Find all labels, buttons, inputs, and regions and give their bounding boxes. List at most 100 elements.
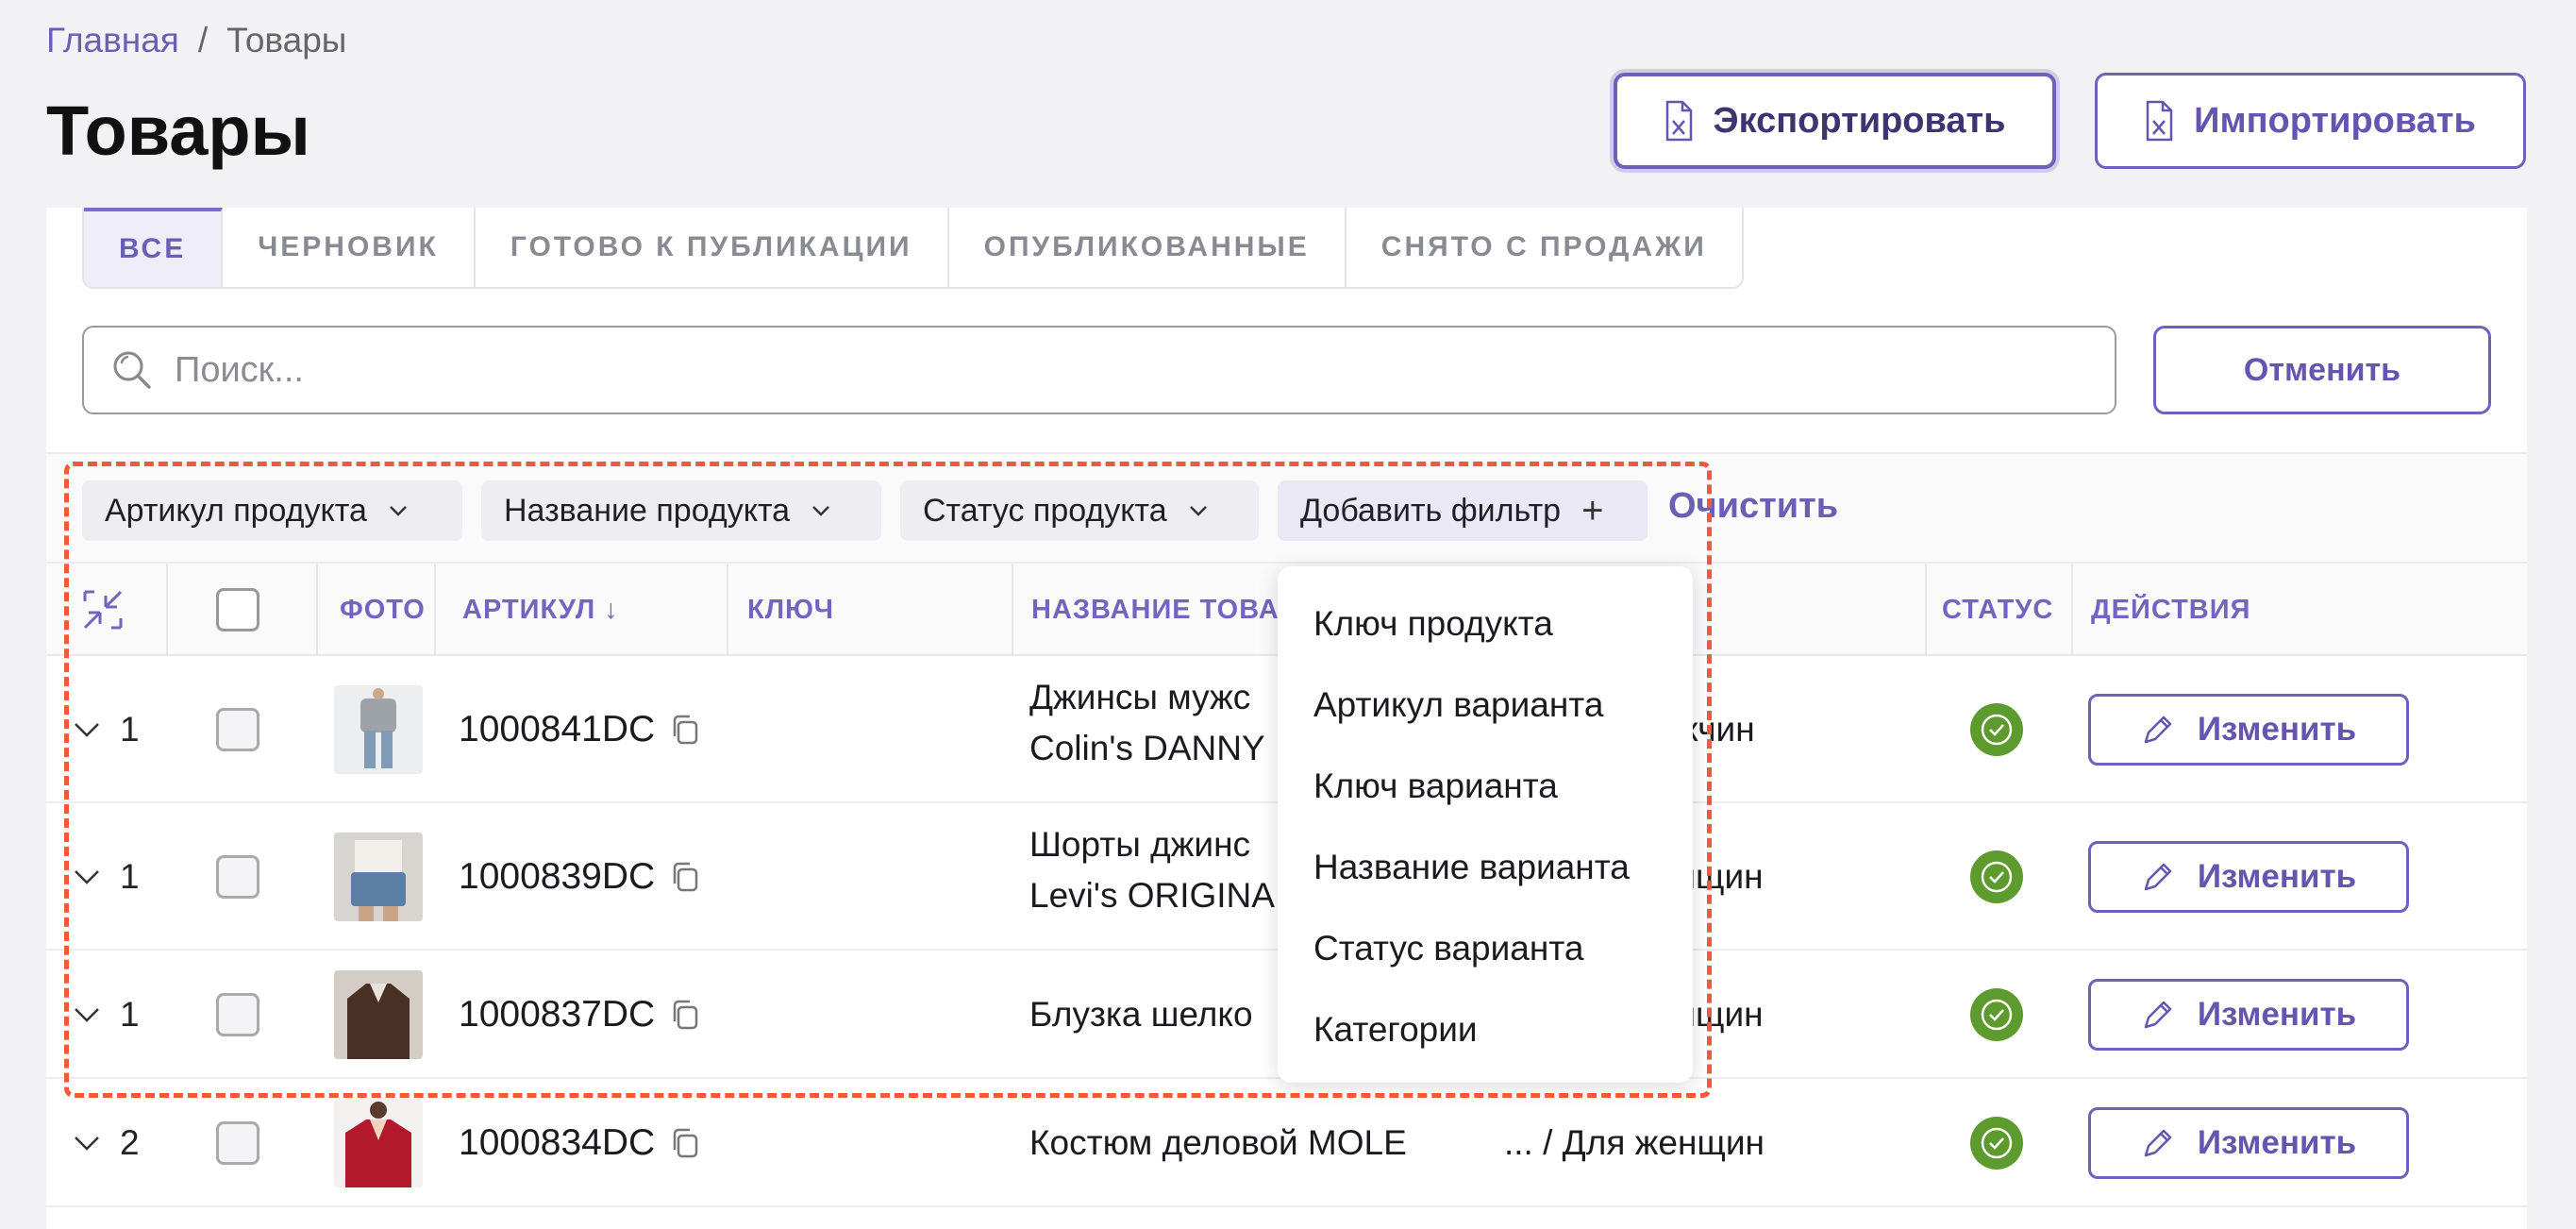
pencil-icon (2144, 1001, 2172, 1029)
edit-label: Изменить (2197, 1124, 2357, 1161)
clear-filters-link[interactable]: Очистить (1668, 486, 1838, 527)
product-name-cell: Костюм деловой MOLE (1029, 1123, 1407, 1163)
add-filter-label: Добавить фильтр (1300, 492, 1562, 529)
chevron-down-icon (75, 870, 99, 884)
search-box (82, 326, 2116, 414)
copy-icon[interactable] (670, 1127, 700, 1159)
product-photo-cell (334, 685, 423, 774)
status-cell (1970, 703, 2023, 756)
sku-cell: 1000839DC (459, 848, 700, 906)
category-cell: ... / Для женщин (1504, 1123, 1765, 1162)
collapse-all-button[interactable] (81, 564, 125, 656)
filter-option-variant-key[interactable]: Ключ варианта (1278, 746, 1693, 827)
chevron-down-icon (1189, 506, 1207, 516)
filter-option-variant-sku[interactable]: Артикул варианта (1278, 665, 1693, 746)
column-divider (434, 564, 436, 656)
sku-value: 1000837DC (459, 994, 656, 1035)
filter-chip-product-name[interactable]: Название продукта (481, 480, 881, 541)
add-filter-dropdown: Ключ продукта Артикул варианта Ключ вари… (1278, 566, 1693, 1083)
status-published-icon (1970, 988, 2023, 1041)
tab-ready-to-publish[interactable]: ГОТОВО К ПУБЛИКАЦИИ (475, 208, 949, 287)
select-all-checkbox[interactable] (216, 588, 259, 631)
product-name-cell: Шорты джинс Levi's ORIGINA (1029, 819, 1275, 920)
edit-label: Изменить (2197, 858, 2357, 895)
status-published-icon (1970, 850, 2023, 903)
product-photo (334, 833, 423, 921)
actions-cell: Изменить (2088, 979, 2409, 1051)
edit-button[interactable]: Изменить (2088, 694, 2409, 766)
row-select-cell (216, 855, 259, 899)
sku-cell: 1000837DC (459, 985, 700, 1044)
tab-all[interactable]: ВСЕ (84, 208, 224, 287)
copy-icon[interactable] (670, 999, 700, 1031)
edit-label: Изменить (2197, 711, 2357, 748)
filter-option-variant-status[interactable]: Статус варианта (1278, 908, 1693, 989)
breadcrumb: Главная / Товары (46, 21, 346, 60)
filter-chip-label: Артикул продукта (105, 492, 367, 529)
product-photo-cell (334, 970, 423, 1059)
row-expand-toggle[interactable]: 1 (73, 848, 140, 906)
search-icon (113, 351, 151, 389)
column-sku-sort[interactable]: АРТИКУЛ ↓ (462, 564, 619, 656)
row-expand-toggle[interactable]: 2 (73, 1114, 140, 1172)
product-photo-cell (334, 833, 423, 921)
filter-chip-label: Статус продукта (923, 492, 1167, 529)
row-checkbox[interactable] (216, 855, 259, 899)
product-name-line: Colin's DANNY (1029, 728, 1265, 767)
sku-cell: 1000841DC (459, 700, 700, 759)
product-photo (334, 685, 423, 774)
pencil-icon (2144, 716, 2172, 744)
status-published-icon (1970, 1117, 2023, 1170)
copy-icon[interactable] (670, 714, 700, 746)
select-all-cell (216, 564, 259, 656)
edit-button[interactable]: Изменить (2088, 979, 2409, 1051)
edit-button[interactable]: Изменить (2088, 1107, 2409, 1179)
row-checkbox[interactable] (216, 708, 259, 751)
excel-file-icon (1665, 100, 1692, 142)
product-name-line: Джинсы мужс (1029, 678, 1251, 716)
tab-published[interactable]: ОПУБЛИКОВАННЫЕ (948, 208, 1347, 287)
filter-option-categories[interactable]: Категории (1278, 989, 1693, 1070)
export-button[interactable]: Экспортировать (1614, 73, 2056, 169)
breadcrumb-home-link[interactable]: Главная (46, 21, 179, 59)
filter-chip-product-status[interactable]: Статус продукта (900, 480, 1259, 541)
product-photo (334, 970, 423, 1059)
row-checkbox[interactable] (216, 993, 259, 1036)
edit-button[interactable]: Изменить (2088, 841, 2409, 913)
search-input[interactable] (175, 349, 2062, 391)
tab-withdrawn[interactable]: СНЯТО С ПРОДАЖИ (1346, 208, 1742, 287)
actions-cell: Изменить (2088, 1107, 2409, 1179)
row-checkbox[interactable] (216, 1121, 259, 1165)
column-status: СТАТУС (1942, 594, 2054, 625)
chevron-down-icon (75, 723, 99, 737)
column-divider (2071, 564, 2073, 656)
breadcrumb-separator: / (197, 21, 209, 59)
filter-chip-label: Название продукта (504, 492, 791, 529)
chevron-down-icon (390, 506, 407, 516)
row-expand-toggle[interactable]: 1 (73, 985, 140, 1044)
tab-draft[interactable]: ЧЕРНОВИК (223, 208, 476, 287)
copy-icon[interactable] (670, 861, 700, 893)
row-expand-toggle[interactable]: 1 (73, 700, 140, 759)
add-filter-button[interactable]: Добавить фильтр + (1278, 480, 1648, 541)
product-name-cell: Джинсы мужс Colin's DANNY (1029, 672, 1265, 773)
row-select-cell (216, 993, 259, 1036)
filter-chip-product-sku[interactable]: Артикул продукта (82, 480, 462, 541)
product-photo-cell (334, 1099, 423, 1187)
import-label: Импортировать (2194, 100, 2476, 141)
collapse-arrows-icon (83, 590, 123, 630)
sku-value: 1000841DC (459, 709, 656, 749)
import-button[interactable]: Импортировать (2095, 73, 2526, 169)
product-name-cell: Блузка шелко (1029, 995, 1253, 1035)
actions-cell: Изменить (2088, 694, 2409, 766)
chevron-down-icon (75, 1136, 99, 1151)
export-label: Экспортировать (1713, 100, 2006, 141)
status-cell (1970, 850, 2023, 903)
page-title: Товары (46, 92, 310, 170)
filter-option-variant-name[interactable]: Название варианта (1278, 827, 1693, 908)
sku-value: 1000839DC (459, 856, 656, 897)
filter-option-product-key[interactable]: Ключ продукта (1278, 583, 1693, 665)
cancel-button[interactable]: Отменить (2153, 326, 2491, 414)
column-divider (727, 564, 728, 656)
variant-count: 1 (120, 710, 140, 749)
